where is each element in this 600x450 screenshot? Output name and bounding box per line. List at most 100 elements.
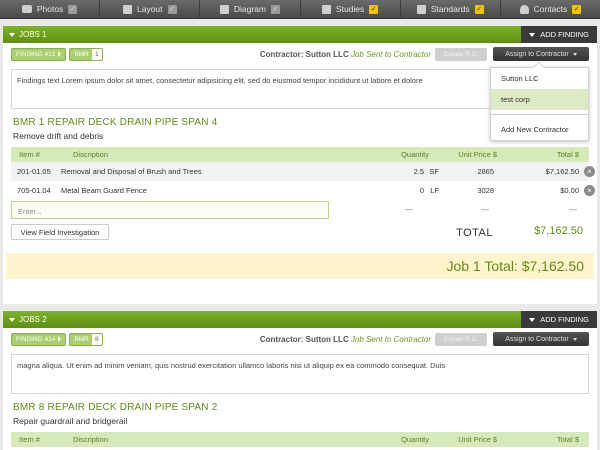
checkbox-icon[interactable]: ✓ [474,4,484,14]
tab-layout[interactable]: Layout ✓ [100,0,201,18]
create-ro-button[interactable]: Create R.O. [435,47,487,61]
tab-studies[interactable]: Studies ✓ [301,0,401,18]
contractor-info: Contractor: Sutton LLC Job Sent to Contr… [260,50,431,59]
item-unit: LF [430,186,439,195]
tab-diagram[interactable]: Diagram ✓ [200,0,301,18]
line-items-table: Item # Discription Quantity Unit Price $… [11,147,595,244]
job-header: JOBS 1 ADD FINDING [3,26,597,43]
column-header-total: Total $ [556,150,579,159]
quantity-placeholder: — [405,205,413,214]
job-controls: FINDING 413 BMR 1 Contractor: Sutton LLC… [3,43,597,65]
add-finding-button[interactable]: ADD FINDING [521,311,597,328]
contractor-status: Job Sent to Contractor [350,49,431,59]
column-header-quantity: Quantity [401,150,429,159]
contractor-status: Job Sent to Contractor [350,334,431,344]
column-header-total: Total $ [556,435,579,444]
checkbox-icon[interactable]: ✓ [68,4,78,14]
job-header: JOBS 2 ADD FINDING [3,311,597,328]
item-quantity[interactable]: 2.5 [414,167,424,176]
total-row: View Field Investigation TOTAL $7,162.50 [11,220,589,244]
item-unit-price[interactable]: 3028 [477,186,494,195]
new-item-row: Enter... — — — [11,200,589,220]
add-finding-label: ADD FINDING [540,30,589,39]
total-placeholder: — [569,205,577,214]
checkbox-icon[interactable]: ✓ [369,4,379,14]
table-row[interactable]: 705-01.04 Metal Beam Guard Fence 0 LF 30… [11,181,595,200]
job-section-2: JOBS 2 ADD FINDING FINDING 414 BMR 8 Con… [3,311,597,450]
bmr-value: 1 [91,48,102,60]
item-unit-price[interactable]: 2865 [477,167,494,176]
chevron-down-icon [529,317,536,322]
tab-contacts[interactable]: Contacts ✓ [501,0,600,18]
job-title[interactable]: JOBS 2 [9,315,47,324]
tab-label: Contacts [533,4,568,14]
bmr-subtitle: Repair guardrail and bridgerail [13,416,128,426]
chevron-down-icon [529,32,536,37]
item-number: 201-01.05 [17,167,51,176]
finding-tag[interactable]: FINDING 414 [11,332,67,346]
item-description: Removal and Disposal of Brush and Trees [61,167,202,176]
item-total: $0.00 [560,186,579,195]
checkbox-icon[interactable]: ✓ [572,4,582,14]
folder-icon [416,4,426,14]
bmr-tag[interactable]: BMR 8 [69,332,103,346]
finding-label: FINDING 414 [16,335,56,343]
view-field-investigation-button[interactable]: View Field Investigation [11,224,109,240]
contractor-label: Contractor: Sutton LLC [259,49,349,59]
job-total: Job 1 Total: $7,162.50 [6,253,594,279]
assign-contractor-label: Assign to Contractor [505,50,569,58]
bmr-label: BMR [74,50,89,58]
delete-icon[interactable]: × [584,166,595,177]
unit-price-placeholder: — [481,205,489,214]
checkbox-icon[interactable]: ✓ [167,4,177,14]
assign-contractor-button[interactable]: Assign to Contractor [493,47,589,61]
chevron-down-icon[interactable] [9,317,15,322]
item-quantity[interactable]: 0 [420,186,424,195]
document-icon [321,4,331,14]
job-controls: FINDING 414 BMR 8 Contractor: Sutton LLC… [3,328,597,350]
table-header: Item # Discription Quantity Unit Price $… [11,147,589,162]
job-title-label: JOBS 2 [19,315,47,324]
contractor-label: Contractor: Sutton LLC [259,334,349,344]
people-icon [519,4,529,14]
bmr-title: BMR 8 REPAIR DECK DRAIN PIPE SPAN 2 [13,402,218,413]
finding-tag[interactable]: FINDING 413 [11,47,67,61]
column-header-description: Discription [73,435,109,444]
tab-standards[interactable]: Standards ✓ [401,0,501,18]
tab-label: Layout [136,4,163,14]
tab-label: Standards [430,4,470,14]
checkbox-icon[interactable]: ✓ [270,4,280,14]
chevron-down-icon[interactable] [9,32,15,37]
delete-icon[interactable]: × [584,185,595,196]
findings-textarea[interactable]: magna aliqua. Ut enim ad minim veniam, q… [11,354,589,394]
bmr-tag[interactable]: BMR 1 [69,47,103,61]
table-row[interactable]: 201-01.05 Removal and Disposal of Brush … [11,162,595,181]
column-header-unit-price: Unit Price $ [458,435,497,444]
add-finding-button[interactable]: ADD FINDING [521,26,597,43]
chevron-right-icon [58,336,62,342]
total-value: $7,162.50 [534,225,583,237]
chevron-down-icon [572,52,577,56]
tab-label: Studies [335,4,365,14]
add-finding-label: ADD FINDING [540,315,589,324]
total-label: TOTAL [456,227,493,239]
chevron-right-icon [58,51,62,57]
assign-contractor-button[interactable]: Assign to Contractor [493,332,589,346]
item-total: $7,162.50 [545,167,579,176]
job-title-label: JOBS 1 [19,30,47,39]
contractor-option-test-corp[interactable]: test corp [491,89,588,110]
contractor-dropdown: Sutton LLC test corp Add New Contractor [490,61,589,141]
create-ro-button[interactable]: Create R.O. [435,332,487,346]
chevron-down-icon [572,337,577,341]
item-number: 705-01.04 [17,186,51,195]
table-header: Item # Discription Quantity Unit Price $… [11,432,589,447]
finding-label: FINDING 413 [16,50,56,58]
document-icon [122,4,132,14]
job-title[interactable]: JOBS 1 [9,30,47,39]
column-header-unit-price: Unit Price $ [458,150,497,159]
column-header-item: Item # [19,150,40,159]
tab-photos[interactable]: Photos ✓ [0,0,101,18]
tab-label: Diagram [233,4,266,14]
new-item-input[interactable]: Enter... [11,201,329,219]
add-new-contractor-option[interactable]: Add New Contractor [491,119,588,140]
